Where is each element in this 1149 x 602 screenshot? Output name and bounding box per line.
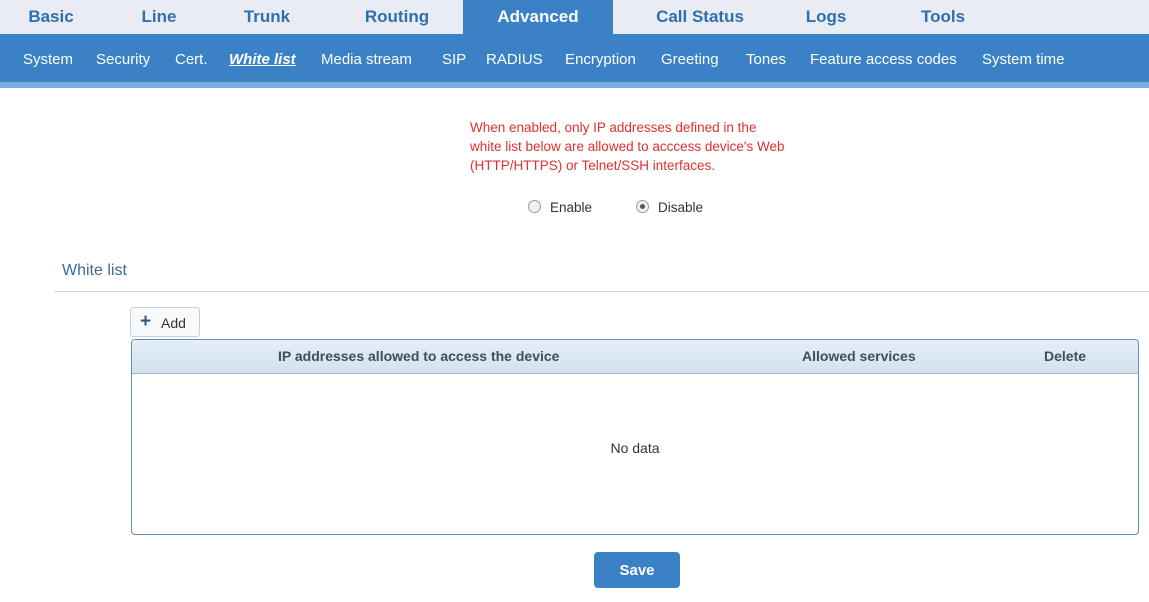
disable-radio-circle[interactable] xyxy=(636,200,649,213)
whitelist-table: IP addresses allowed to access the devic… xyxy=(131,339,1139,535)
enable-radio-label: Enable xyxy=(550,200,593,215)
subtab-system[interactable]: System xyxy=(23,34,73,82)
section-title: White list xyxy=(62,262,127,279)
enable-radio[interactable]: Enable xyxy=(528,200,592,215)
whitelist-notice: When enabled, only IP addresses defined … xyxy=(470,120,785,173)
tab-tools[interactable]: Tools xyxy=(910,0,976,34)
subtab-security[interactable]: Security xyxy=(96,34,150,82)
plus-icon: + xyxy=(140,311,152,332)
subtab-media-stream[interactable]: Media stream xyxy=(321,34,412,82)
subtab-white-list[interactable]: White list xyxy=(229,34,296,82)
subtab-sip[interactable]: SIP xyxy=(442,34,466,82)
add-button-label: Add xyxy=(161,315,186,331)
subtab-system-time[interactable]: System time xyxy=(982,34,1065,82)
subtab-radius[interactable]: RADIUS xyxy=(486,34,543,82)
empty-state: No data xyxy=(610,440,660,456)
tab-basic[interactable]: Basic xyxy=(18,0,84,34)
tab-call-status[interactable]: Call Status xyxy=(640,0,760,34)
tab-trunk[interactable]: Trunk xyxy=(232,0,302,34)
sub-nav: System Security Cert. White list Media s… xyxy=(0,34,1149,88)
enable-radio-circle[interactable] xyxy=(528,200,541,213)
table-header: IP addresses allowed to access the devic… xyxy=(132,340,1138,374)
column-allowed-services: Allowed services xyxy=(802,348,916,364)
disable-radio-label: Disable xyxy=(658,200,704,215)
section-divider xyxy=(54,291,1149,292)
tab-advanced[interactable]: Advanced xyxy=(463,0,613,34)
column-delete: Delete xyxy=(1044,348,1087,364)
top-nav: Basic Line Trunk Routing Advanced Call S… xyxy=(0,0,1149,34)
column-ip-addresses: IP addresses allowed to access the devic… xyxy=(278,348,560,364)
subtab-greeting[interactable]: Greeting xyxy=(661,34,719,82)
tab-line[interactable]: Line xyxy=(124,0,194,34)
subtab-tones[interactable]: Tones xyxy=(746,34,786,82)
subtab-feature-access-codes[interactable]: Feature access codes xyxy=(810,34,957,82)
add-button[interactable]: + Add xyxy=(130,307,200,337)
tab-routing[interactable]: Routing xyxy=(352,0,442,34)
disable-radio[interactable]: Disable xyxy=(636,200,703,215)
save-button[interactable]: Save xyxy=(594,552,680,588)
subtab-encryption[interactable]: Encryption xyxy=(565,34,636,82)
subtab-cert[interactable]: Cert. xyxy=(175,34,208,82)
tab-logs[interactable]: Logs xyxy=(798,0,854,34)
